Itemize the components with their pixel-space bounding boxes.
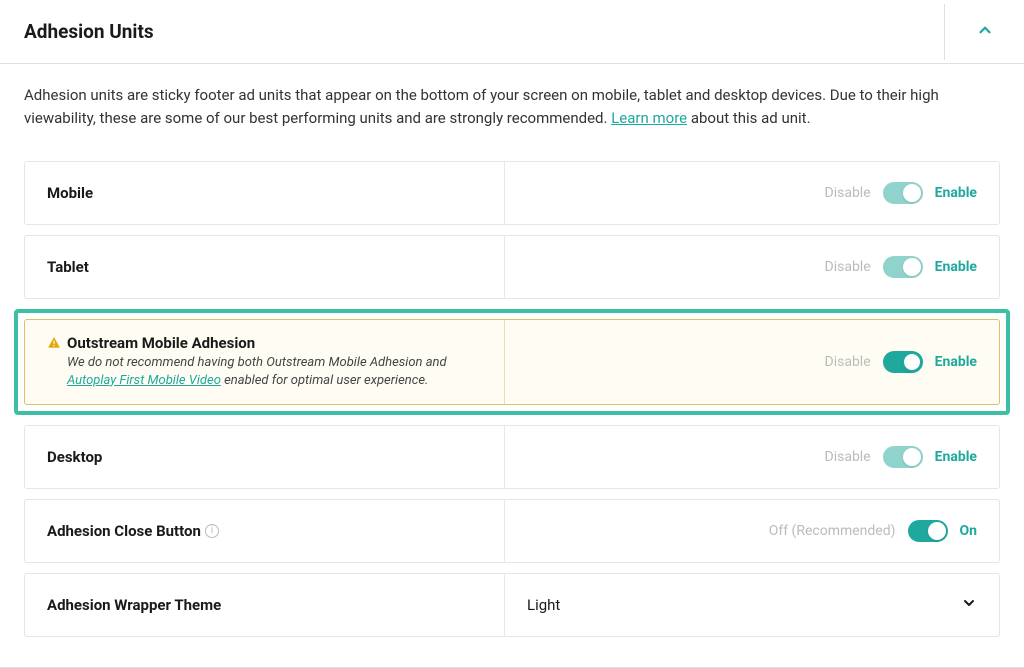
setting-control-cell: Disable Enable [505,236,999,298]
learn-more-link[interactable]: Learn more [611,109,687,127]
setting-control-cell: Disable Enable [505,320,999,404]
settings-list: Mobile Disable Enable Tablet Disable Ena… [0,161,1024,667]
setting-control-cell: Off (Recommended) On [505,500,999,562]
setting-row-outstream: Outstream Mobile Adhesion We do not reco… [24,319,1000,405]
toggle-on-label: On [960,523,978,539]
setting-label: Outstream Mobile Adhesion [67,334,255,352]
panel-title: Adhesion Units [0,0,178,63]
info-icon[interactable]: i [205,524,219,538]
setting-row-tablet: Tablet Disable Enable [24,235,1000,299]
toggle-on-label: Enable [935,449,977,465]
adhesion-units-panel: Adhesion Units Adhesion units are sticky… [0,0,1024,668]
setting-label-cell: Tablet [25,236,505,298]
setting-label: Desktop [47,448,102,466]
setting-row-desktop: Desktop Disable Enable [24,425,1000,489]
setting-control-cell: Disable Enable [505,426,999,488]
chevron-up-icon [976,21,994,43]
panel-header: Adhesion Units [0,0,1024,64]
panel-description: Adhesion units are sticky footer ad unit… [0,64,1024,161]
setting-row-wrapper-theme: Adhesion Wrapper Theme Light [24,573,1000,637]
desktop-toggle[interactable] [883,446,923,468]
toggle-off-label: Disable [825,354,871,370]
highlighted-setting: Outstream Mobile Adhesion We do not reco… [14,309,1010,415]
toggle-off-label: Disable [825,449,871,465]
setting-label: Tablet [47,258,89,276]
setting-label: Adhesion Close Button [47,522,201,540]
theme-select-value: Light [527,596,560,614]
toggle-off-label: Disable [825,259,871,275]
warning-description: We do not recommend having both Outstrea… [67,354,482,390]
setting-label-cell: Mobile [25,162,505,224]
warn-pre: We do not recommend having both Outstrea… [67,355,447,370]
mobile-toggle[interactable] [883,182,923,204]
warn-post: enabled for optimal user experience. [221,373,428,388]
outstream-toggle[interactable] [883,351,923,373]
close-button-toggle[interactable] [908,520,948,542]
setting-label: Adhesion Wrapper Theme [47,596,221,614]
setting-label: Mobile [47,184,93,202]
toggle-off-label: Disable [825,185,871,201]
setting-row-close-button: Adhesion Close Button i Off (Recommended… [24,499,1000,563]
setting-label-cell: Adhesion Wrapper Theme [25,574,505,636]
chevron-down-icon [961,595,977,615]
autoplay-link[interactable]: Autoplay First Mobile Video [67,373,221,388]
setting-row-mobile: Mobile Disable Enable [24,161,1000,225]
toggle-on-label: Enable [935,185,977,201]
desc-post: about this ad unit. [687,109,810,127]
toggle-on-label: Enable [935,259,977,275]
setting-control-cell: Disable Enable [505,162,999,224]
collapse-button[interactable] [944,4,1024,60]
setting-label-cell: Desktop [25,426,505,488]
setting-label-cell: Outstream Mobile Adhesion We do not reco… [25,320,505,404]
tablet-toggle[interactable] [883,256,923,278]
toggle-on-label: Enable [935,354,977,370]
setting-label-cell: Adhesion Close Button i [25,500,505,562]
theme-select[interactable]: Light [505,574,999,636]
toggle-off-label: Off (Recommended) [769,523,896,539]
warning-icon [47,336,61,350]
